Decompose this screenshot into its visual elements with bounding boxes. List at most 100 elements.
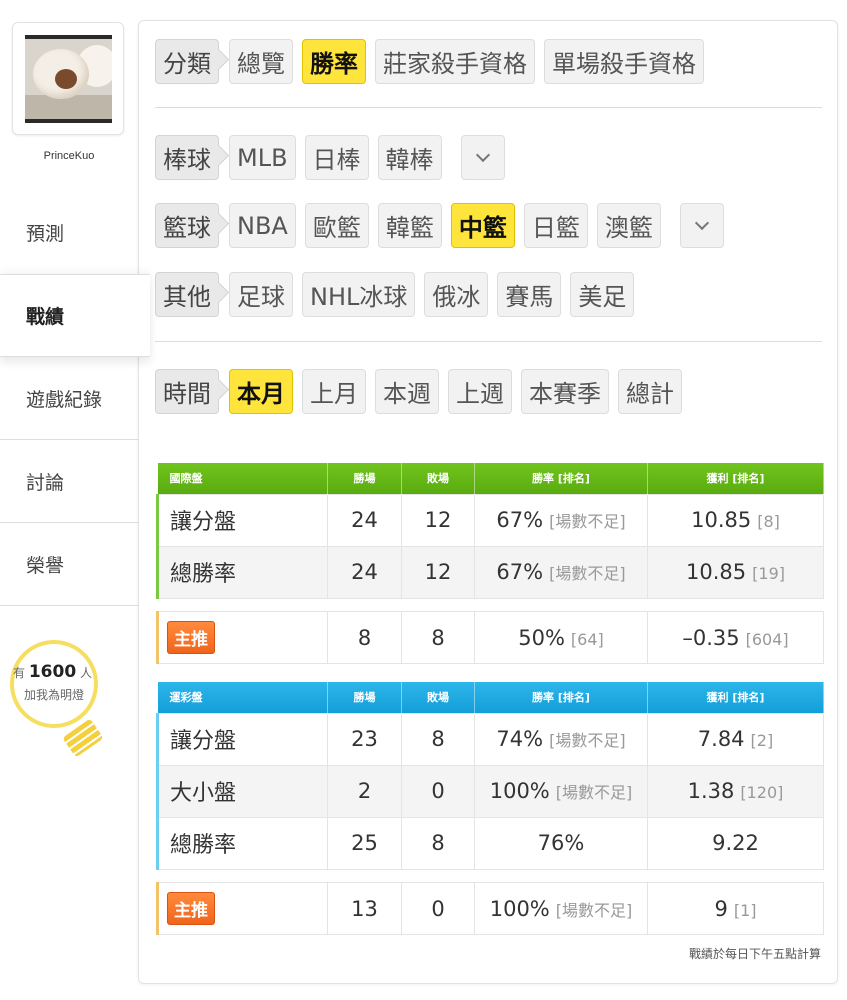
column-header: 敗場 (401, 682, 475, 713)
time-this-month[interactable]: 本月 (229, 369, 293, 414)
losses-cell: 0 (401, 764, 475, 818)
username[interactable]: PrinceKuo (0, 150, 138, 162)
divider (155, 341, 822, 342)
table-row: 總勝率 24 12 67% [場數不足] 10.85 [19] (156, 545, 824, 599)
intl-featured-table: 主推 8 8 50% [64] –0.35 [604] (156, 611, 824, 664)
category-win-rate[interactable]: 勝率 (302, 39, 366, 84)
featured-badge: 主推 (167, 621, 215, 654)
lightbulb-icon (10, 640, 98, 728)
table-row: 讓分盤 23 8 74% [場數不足] 7.84 [2] (156, 712, 824, 766)
chevron-down-icon (475, 147, 490, 162)
divider (155, 107, 822, 108)
column-header: 獲利 [排名] (647, 463, 824, 494)
table-header-row: 國際盤 勝場 敗場 勝率 [排名] 獲利 [排名] (157, 463, 824, 494)
lottery-stats-table: 運彩盤 勝場 敗場 勝率 [排名] 獲利 [排名] 讓分盤 23 8 74% [場… (156, 682, 824, 870)
league-mlb[interactable]: MLB (229, 135, 296, 180)
row-name: 總勝率 (156, 545, 328, 599)
profit-cell: 7.84 [2] (647, 712, 824, 766)
table-header-row: 運彩盤 勝場 敗場 勝率 [排名] 獲利 [排名] (157, 682, 824, 713)
lottery-featured-table: 主推 13 0 100% [場數不足] 9 [1] (156, 882, 824, 935)
category-overview[interactable]: 總覽 (229, 39, 293, 84)
baseball-label: 棒球 (155, 135, 219, 180)
basketball-more-button[interactable] (679, 203, 724, 248)
follow-lightbulb-button[interactable]: 有 1600 人 加我為明燈 (10, 640, 104, 760)
profit-cell: 9.22 (647, 816, 824, 870)
sidebar-nav: 預測 戰績 遊戲紀錄 討論 榮譽 (0, 190, 150, 606)
time-last-week[interactable]: 上週 (448, 369, 512, 414)
win-rate-cell: 76% (474, 816, 648, 870)
row-name: 總勝率 (156, 816, 328, 870)
losses-cell: 8 (401, 816, 475, 870)
win-rate-cell: 50% [64] (474, 611, 648, 664)
avatar-image (25, 35, 112, 123)
table-row: 讓分盤 24 12 67% [場數不足] 10.85 [8] (156, 493, 824, 547)
column-header: 勝場 (327, 682, 402, 713)
column-header: 勝率 [排名] (474, 682, 648, 713)
nav-item-record[interactable]: 戰績 (0, 274, 150, 357)
fan-count: 有 1600 人 (13, 662, 93, 682)
time-this-season[interactable]: 本賽季 (521, 369, 609, 414)
win-rate-cell: 67% [場數不足] (474, 545, 648, 599)
featured-badge: 主推 (167, 892, 215, 925)
column-header: 國際盤 (157, 463, 328, 494)
league-soccer[interactable]: 足球 (229, 272, 293, 317)
league-horse-racing[interactable]: 賽馬 (497, 272, 562, 317)
chevron-down-icon (694, 215, 709, 230)
baseball-more-button[interactable] (460, 135, 505, 180)
nav-item-game-log[interactable]: 遊戲紀錄 (0, 357, 138, 440)
losses-cell: 8 (401, 712, 475, 766)
win-rate-cell: 100% [場數不足] (474, 764, 648, 818)
league-nba[interactable]: NBA (229, 203, 296, 248)
baseball-filter: 棒球 MLB 日棒 韓棒 (155, 135, 514, 180)
league-nhl[interactable]: NHL冰球 (302, 272, 416, 317)
league-nbl[interactable]: 澳籃 (596, 203, 661, 248)
wins-cell: 25 (327, 816, 402, 870)
avatar[interactable] (12, 22, 124, 135)
nav-item-honor[interactable]: 榮譽 (0, 523, 138, 606)
category-single-killer[interactable]: 單場殺手資格 (544, 39, 704, 84)
league-khl[interactable]: 俄冰 (424, 272, 489, 317)
column-header: 勝場 (327, 463, 402, 494)
profit-cell: 1.38 [120] (647, 764, 824, 818)
time-filter: 時間 本月 上月 本週 上週 本賽季 總計 (155, 369, 691, 414)
column-header: 運彩盤 (157, 682, 328, 713)
time-last-month[interactable]: 上月 (302, 369, 366, 414)
wins-cell: 23 (327, 712, 402, 766)
profit-cell: –0.35 [604] (647, 611, 824, 664)
losses-cell: 12 (401, 545, 475, 599)
other-label: 其他 (155, 272, 219, 317)
column-header: 敗場 (401, 463, 475, 494)
other-filter: 其他 足球 NHL冰球 俄冰 賽馬 美足 (155, 272, 643, 317)
row-name: 讓分盤 (156, 493, 328, 547)
wins-cell: 2 (327, 764, 402, 818)
wins-cell: 13 (327, 882, 402, 935)
row-name: 大小盤 (156, 764, 328, 818)
column-header: 獲利 [排名] (647, 682, 824, 713)
league-bj[interactable]: 日籃 (523, 203, 588, 248)
profit-cell: 10.85 [19] (647, 545, 824, 599)
time-total[interactable]: 總計 (618, 369, 682, 414)
win-rate-cell: 74% [場數不足] (474, 712, 648, 766)
table-row: 總勝率 25 8 76% 9.22 (156, 816, 824, 870)
losses-cell: 8 (401, 611, 475, 664)
featured-row: 主推 13 0 100% [場數不足] 9 [1] (156, 882, 824, 935)
column-header: 勝率 [排名] (474, 463, 648, 494)
win-rate-cell: 67% [場數不足] (474, 493, 648, 547)
league-kbo[interactable]: 韓棒 (377, 135, 442, 180)
league-kbl[interactable]: 韓籃 (377, 203, 442, 248)
time-this-week[interactable]: 本週 (375, 369, 439, 414)
league-euro[interactable]: 歐籃 (304, 203, 369, 248)
category-bookie-killer[interactable]: 莊家殺手資格 (375, 39, 535, 84)
wins-cell: 24 (327, 545, 402, 599)
league-nfl[interactable]: 美足 (570, 272, 635, 317)
row-name: 讓分盤 (156, 712, 328, 766)
wins-cell: 24 (327, 493, 402, 547)
league-cba[interactable]: 中籃 (450, 203, 515, 248)
league-npb[interactable]: 日棒 (304, 135, 369, 180)
record-panel: 分類 總覽 勝率 莊家殺手資格 單場殺手資格 棒球 MLB 日棒 韓棒 籃球 N… (138, 20, 838, 984)
wins-cell: 8 (327, 611, 402, 664)
nav-item-discussion[interactable]: 討論 (0, 440, 138, 523)
nav-item-predict[interactable]: 預測 (0, 190, 138, 274)
category-filter: 分類 總覽 勝率 莊家殺手資格 單場殺手資格 (155, 39, 713, 84)
time-label: 時間 (155, 369, 219, 414)
